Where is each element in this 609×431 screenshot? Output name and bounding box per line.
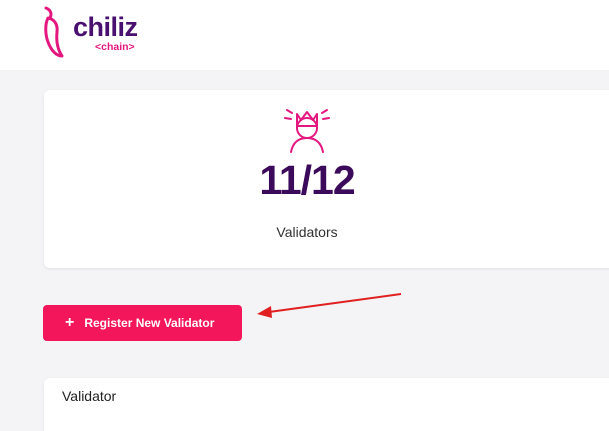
plus-icon: +: [65, 314, 75, 331]
chili-pepper-icon: [44, 6, 64, 58]
register-button-label: Register New Validator: [84, 316, 215, 330]
validator-crown-icon: [284, 109, 330, 153]
validators-label: Validators: [276, 224, 338, 240]
table-header-validator: Validator: [62, 388, 117, 404]
logo-subtitle: <chain>: [95, 41, 135, 53]
validators-count: 11/12: [259, 157, 355, 203]
annotation-arrow-icon: [257, 293, 402, 318]
app-header: chiliz <chain>: [0, 0, 609, 70]
logo-wordmark: chiliz: [73, 12, 138, 42]
register-new-validator-button[interactable]: + Register New Validator: [43, 305, 242, 341]
validators-table: [44, 378, 609, 431]
